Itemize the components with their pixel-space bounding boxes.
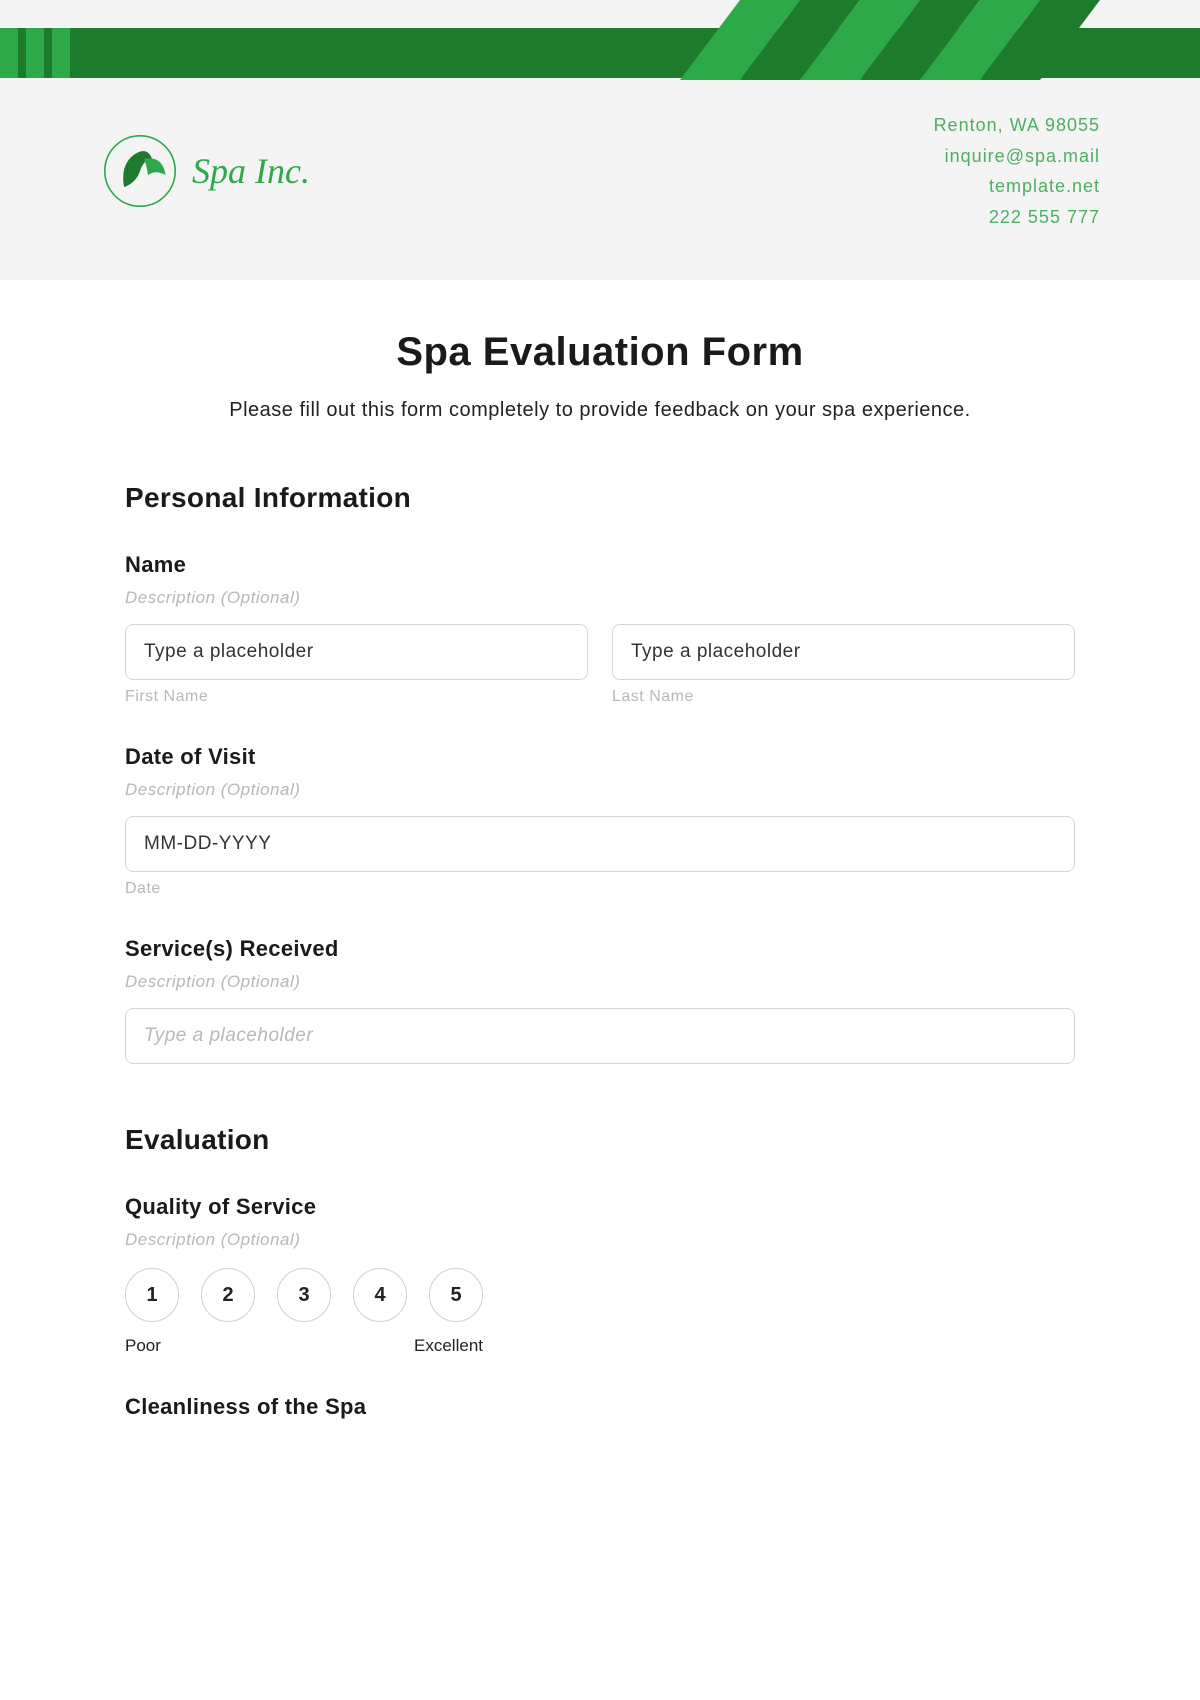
quality-rating-row: 1 2 3 4 5: [125, 1268, 1075, 1322]
rating-low-label: Poor: [125, 1336, 161, 1356]
contact-block: Renton, WA 98055 inquire@spa.mail templa…: [934, 110, 1100, 232]
rating-2-button[interactable]: 2: [201, 1268, 255, 1322]
field-date: Date of Visit Description (Optional) Dat…: [125, 744, 1075, 898]
form-body: Spa Evaluation Form Please fill out this…: [0, 280, 1200, 1460]
field-name: Name Description (Optional) First Name L…: [125, 552, 1075, 706]
date-label: Date of Visit: [125, 744, 1075, 770]
last-name-sublabel: Last Name: [612, 688, 1075, 706]
rating-high-label: Excellent: [414, 1336, 483, 1356]
section-personal-heading: Personal Information: [125, 482, 1075, 514]
name-desc: Description (Optional): [125, 588, 1075, 608]
name-label: Name: [125, 552, 1075, 578]
quality-rating-labels: Poor Excellent: [125, 1336, 483, 1356]
first-name-input[interactable]: [125, 624, 588, 680]
spa-leaf-icon: [100, 131, 180, 211]
form-title: Spa Evaluation Form: [125, 330, 1075, 375]
ribbon-decoration: [680, 0, 1120, 100]
contact-address: Renton, WA 98055: [934, 110, 1100, 141]
date-sublabel: Date: [125, 880, 1075, 898]
letterhead: Spa Inc. Renton, WA 98055 inquire@spa.ma…: [0, 0, 1200, 280]
left-accent-bars: [0, 28, 70, 78]
contact-phone: 222 555 777: [934, 202, 1100, 233]
cleanliness-label: Cleanliness of the Spa: [125, 1394, 1075, 1420]
section-evaluation-heading: Evaluation: [125, 1124, 1075, 1156]
contact-website: template.net: [934, 171, 1100, 202]
date-desc: Description (Optional): [125, 780, 1075, 800]
first-name-sublabel: First Name: [125, 688, 588, 706]
services-input[interactable]: [125, 1008, 1075, 1064]
field-cleanliness: Cleanliness of the Spa: [125, 1394, 1075, 1420]
rating-4-button[interactable]: 4: [353, 1268, 407, 1322]
contact-email: inquire@spa.mail: [934, 141, 1100, 172]
services-desc: Description (Optional): [125, 972, 1075, 992]
rating-1-button[interactable]: 1: [125, 1268, 179, 1322]
date-input[interactable]: [125, 816, 1075, 872]
quality-desc: Description (Optional): [125, 1230, 1075, 1250]
services-label: Service(s) Received: [125, 936, 1075, 962]
last-name-input[interactable]: [612, 624, 1075, 680]
quality-label: Quality of Service: [125, 1194, 1075, 1220]
rating-3-button[interactable]: 3: [277, 1268, 331, 1322]
rating-5-button[interactable]: 5: [429, 1268, 483, 1322]
field-quality: Quality of Service Description (Optional…: [125, 1194, 1075, 1356]
brand-name: Spa Inc.: [192, 150, 310, 192]
form-subtitle: Please fill out this form completely to …: [125, 399, 1075, 422]
brand-logo: Spa Inc.: [100, 131, 310, 211]
field-services: Service(s) Received Description (Optiona…: [125, 936, 1075, 1064]
